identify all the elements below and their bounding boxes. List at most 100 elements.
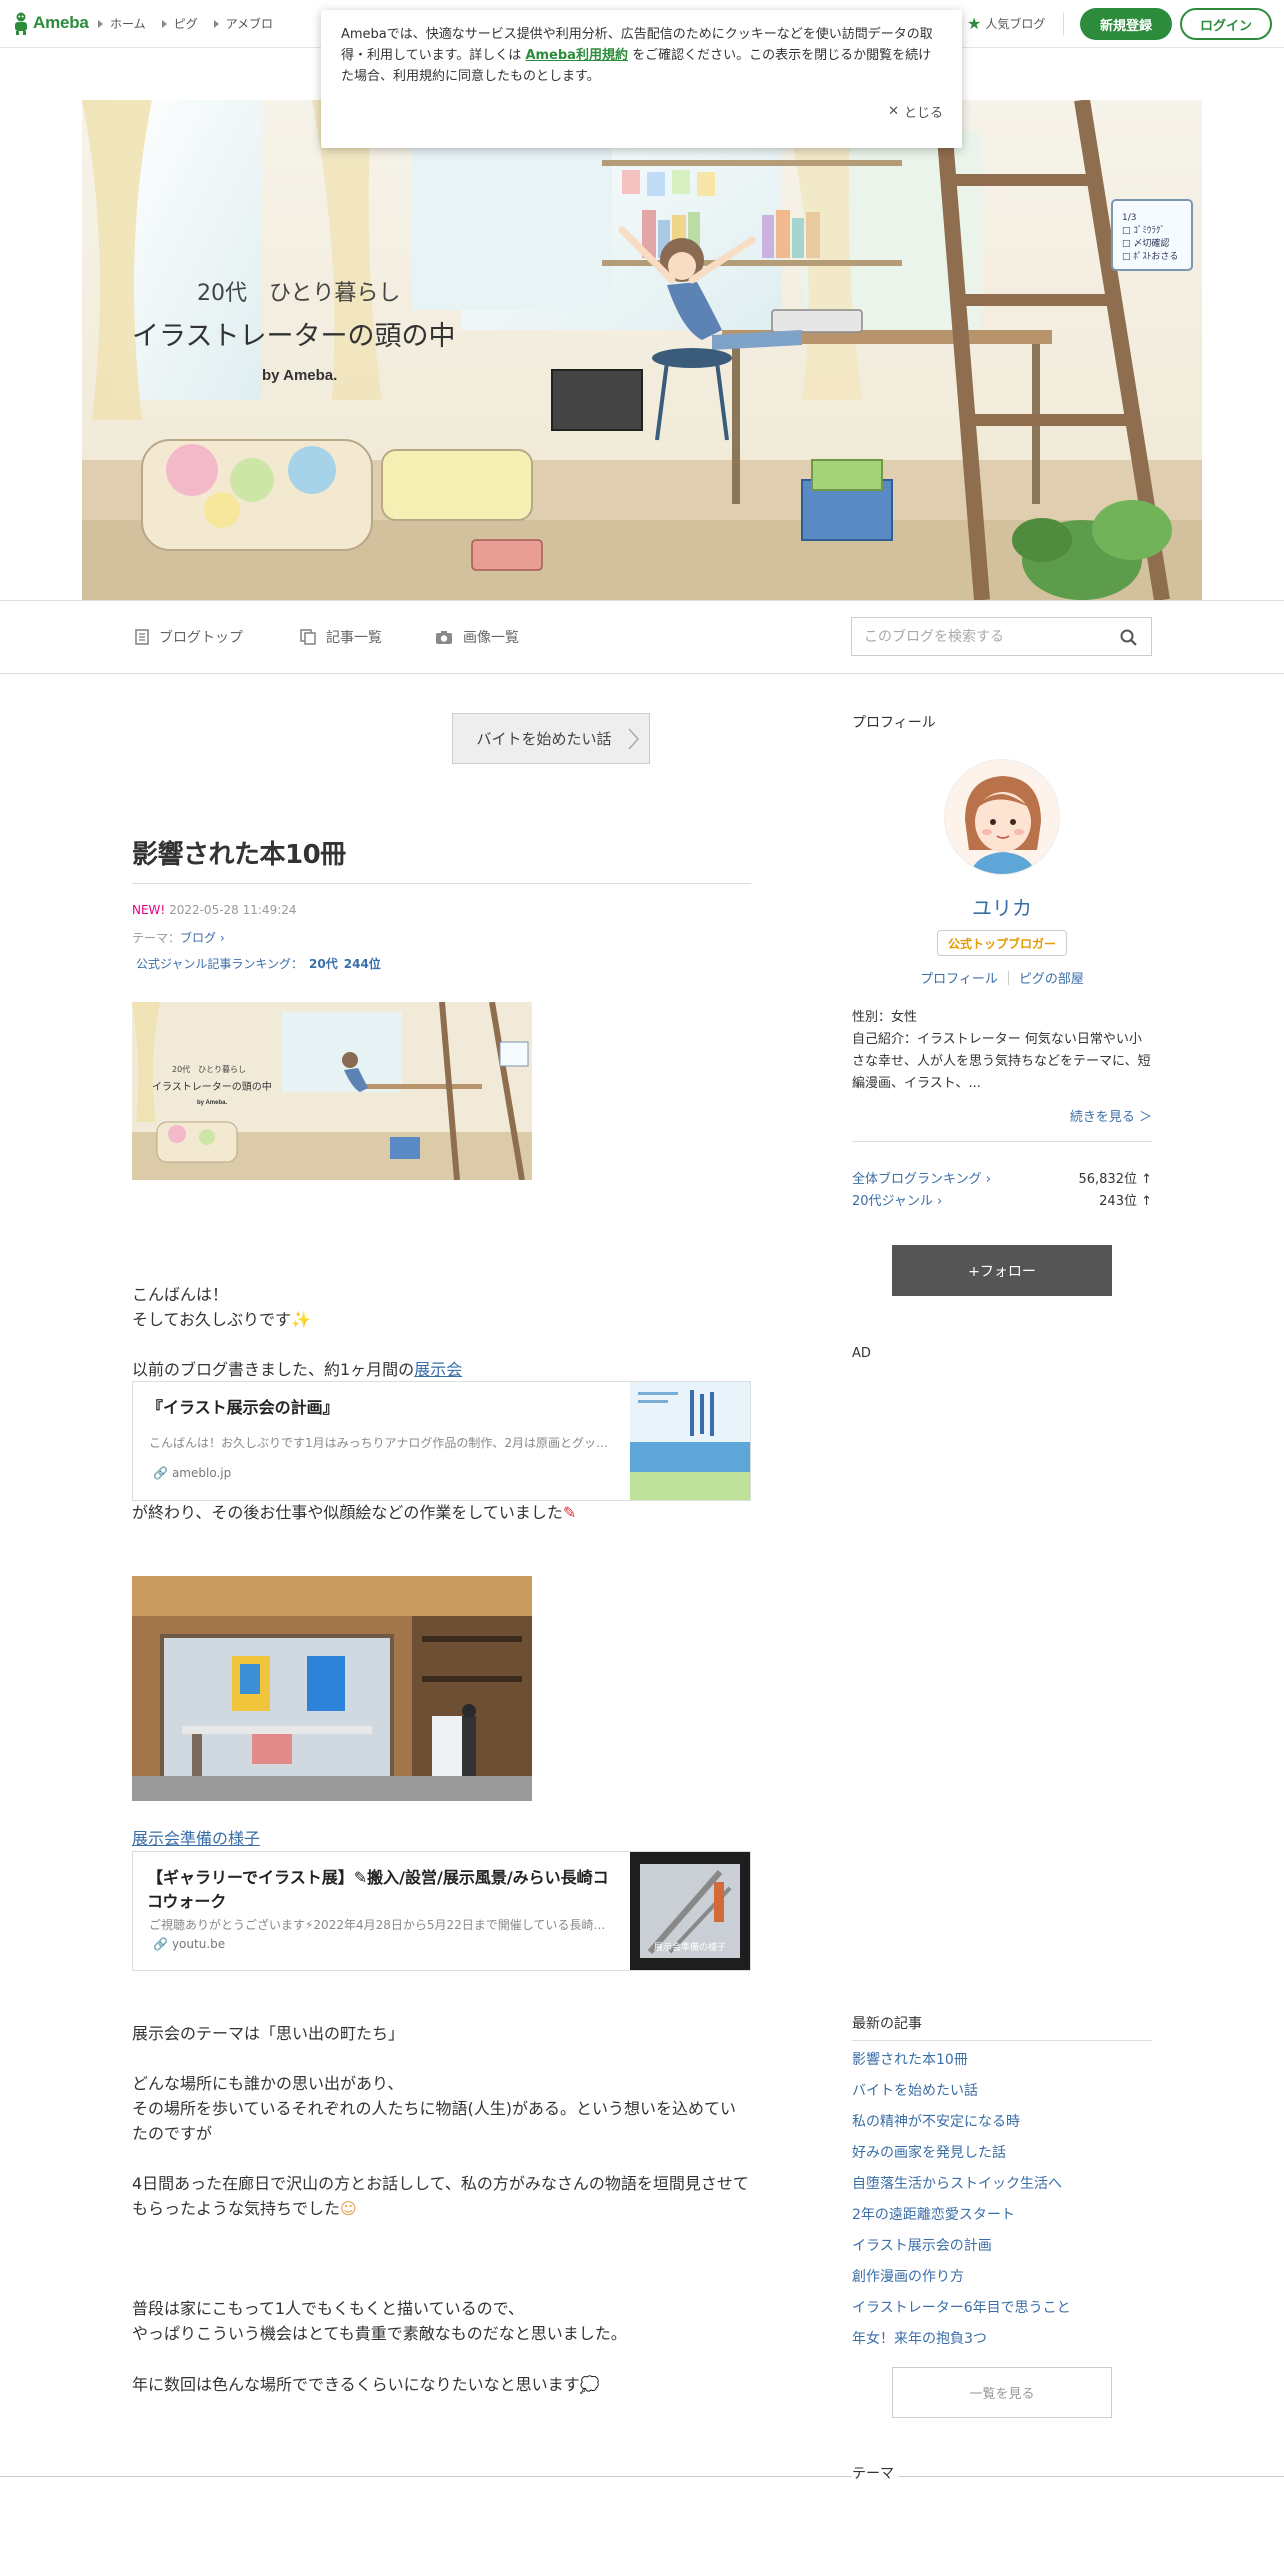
genre-ranking[interactable]: 公式ジャンル記事ランキング： 20代 244位: [136, 955, 381, 972]
ad-label: AD: [852, 1346, 871, 1361]
overall-ranking-label: 全体ブログランキング: [852, 1172, 982, 1187]
card-domain-text: youtu.be: [171, 1937, 226, 1951]
cookie-text: Amebaでは、快適なサービス提供や利用分析、広告配信のためにクッキーなどを使い…: [341, 24, 942, 87]
previous-article-label: バイトを始めたい話: [476, 730, 612, 748]
recent-article-item[interactable]: イラストレーター6年目で思うこと: [852, 2298, 1152, 2329]
blog-search-input[interactable]: [864, 627, 1104, 647]
exhibition-text: 以前のブログ書きました、約1ヶ月間の: [132, 1360, 415, 1379]
popular-blogs-label: 人気ブログ: [985, 17, 1046, 31]
signup-button[interactable]: 新規登録: [1080, 8, 1172, 40]
header-divider: [1063, 12, 1064, 36]
profile-name[interactable]: ユリカ: [852, 892, 1152, 921]
ranking-rank: 244位: [343, 957, 381, 971]
nav-pig-label: ピグ: [173, 17, 198, 31]
profile-divider: [852, 1141, 1152, 1142]
room-illustration: 20代 ひとり暮らし イラストレーターの頭の中 by Ameba. 1/3 □ …: [82, 100, 1202, 600]
card-description: ご視聴ありがとうございます⚡2022年4月28日から5月22日まで開催している長…: [149, 1918, 606, 1932]
login-button[interactable]: ログイン: [1180, 8, 1272, 40]
cookie-notice: Amebaでは、快適なサービス提供や利用分析、広告配信のためにクッキーなどを使い…: [321, 10, 962, 148]
article-date: 2022-05-28 11:49:24: [169, 903, 297, 917]
recent-article-item[interactable]: バイトを始めたい話: [852, 2081, 1152, 2112]
ameba-logo[interactable]: Ameba: [12, 11, 89, 35]
chevron-right-icon: [628, 728, 639, 750]
recent-divider: [852, 2040, 1152, 2041]
recent-article-item[interactable]: 自堕落生活からストイック生活へ: [852, 2174, 1152, 2205]
article-list-tab[interactable]: 記事一覧: [300, 627, 382, 647]
greeting-line2-text: そしてお久しぶりです: [132, 1310, 292, 1329]
theme-link[interactable]: ブログ ›: [180, 931, 225, 945]
overall-ranking-value: 56,832位 ↑: [1078, 1172, 1152, 1187]
search-icon[interactable]: [1120, 629, 1137, 646]
memo-line2: □ ｺﾞﾐｳﾗｸﾞ: [1122, 225, 1165, 236]
cookie-close-label: とじる: [903, 106, 943, 121]
avatar-illustration: [945, 760, 1059, 874]
memo-line1: 1/3: [1122, 213, 1136, 223]
card-title: 【ギャラリーでイラスト展】✎搬入/設営/展示風景/みらい長崎ココウォーク: [147, 1868, 609, 1911]
profile-intro: 自己紹介：イラストレーター 何気ない日常やい小さな幸せ、人が人を思う気持ちなどを…: [852, 1032, 1151, 1091]
card-thumbnail: 展示会準備の様子: [630, 1852, 750, 1970]
link-card-exhibition-plan[interactable]: 『イラスト展示会の計画』 こんばんは！お久しぶりです1月はみっちりアナログ作品の…: [132, 1381, 751, 1501]
recent-article-item[interactable]: 2年の遠距離恋愛スタート: [852, 2205, 1152, 2236]
image-list-tab[interactable]: 画像一覧: [435, 627, 519, 647]
memories-line2: その場所を歩いているそれぞれの人たちに物語(人生)がある。という想いを込めていた…: [132, 2099, 737, 2143]
profile-avatar[interactable]: [944, 759, 1060, 875]
terms-link[interactable]: Ameba利用規約: [525, 48, 628, 63]
previous-article-button[interactable]: バイトを始めたい話: [452, 713, 650, 764]
gallery-photo[interactable]: [132, 1576, 532, 1801]
genre-ranking-sidebar: 20代ジャンル › 243位 ↑: [852, 1190, 1152, 1209]
pencil-icon: ✎: [562, 1503, 577, 1522]
video-thumbnail-caption: 展示会準備の様子: [654, 1941, 726, 1953]
recent-article-item[interactable]: 影響された本10冊: [852, 2050, 1152, 2081]
gallery-interior: [132, 1576, 532, 1801]
smile-icon: ☺: [340, 2199, 357, 2218]
blog-header-illustration[interactable]: 20代 ひとり暮らし イラストレーターの頭の中 by Ameba. 1/3 □ …: [82, 100, 1202, 600]
header-image-thumbnail[interactable]: 20代 ひとり暮らし イラストレーターの頭の中 by Ameba.: [132, 1002, 532, 1180]
triangle-icon: [98, 19, 103, 28]
link-icon: 🔗: [153, 1937, 168, 1951]
triangle-icon: [161, 19, 167, 28]
prep-video-link[interactable]: 展示会準備の様子: [132, 1829, 260, 1848]
paragraph-exhibition: 以前のブログ書きました、約1ヶ月間の展示会: [132, 1357, 462, 1382]
genre-ranking-value: 243位 ↑: [1099, 1194, 1152, 1209]
copy-icon: [300, 629, 316, 645]
nav-ameblo[interactable]: アメブロ: [213, 15, 274, 32]
follow-button[interactable]: +フォロー: [892, 1245, 1112, 1296]
recent-article-item[interactable]: 私の精神が不安定になる時: [852, 2112, 1152, 2143]
global-nav: ホーム ピグ アメブロ: [98, 15, 273, 32]
nav-home[interactable]: ホーム: [98, 15, 146, 32]
nav-pig[interactable]: ピグ: [161, 15, 198, 32]
blog-search: [851, 617, 1152, 656]
view-all-articles-button[interactable]: 一覧を見る: [892, 2367, 1112, 2418]
pig-room-link[interactable]: ピグの部屋: [1009, 968, 1094, 987]
recent-article-item[interactable]: 好みの画家を発見した話: [852, 2143, 1152, 2174]
blog-top-tab[interactable]: ブログトップ: [135, 627, 243, 647]
nav-ameblo-label: アメブロ: [225, 17, 274, 31]
link-card-video[interactable]: 【ギャラリーでイラスト展】✎搬入/設営/展示風景/みらい長崎ココウォーク ご視聴…: [132, 1851, 751, 1971]
read-more-link[interactable]: 続きを見る ＞: [852, 1106, 1152, 1125]
recent-article-item[interactable]: イラスト展示会の計画: [852, 2236, 1152, 2267]
overall-ranking-link[interactable]: 全体ブログランキング ›: [852, 1168, 991, 1187]
star-icon: ★: [967, 13, 982, 33]
genre-ranking-link[interactable]: 20代ジャンル ›: [852, 1190, 942, 1209]
recent-article-item[interactable]: 年女！来年の抱負3つ: [852, 2329, 1152, 2360]
ameba-mascot-icon: [15, 12, 27, 35]
hero-title-line2: イラストレーターの頭の中: [132, 321, 455, 352]
recent-article-item[interactable]: 創作漫画の作り方: [852, 2267, 1152, 2298]
profile-link[interactable]: プロフィール: [910, 968, 1008, 987]
footer-divider: [0, 2476, 1284, 2477]
gallery-days-text: 4日間あった在廊日で沢山の方とお話しして、私の方がみなさんの物語を垣間見させても…: [132, 2174, 749, 2218]
paragraph-prep-link: 展示会準備の様子: [132, 1826, 260, 1851]
after-exhibition-text: が終わり、その後お仕事や似顔絵などの作業をしていました: [132, 1503, 563, 1522]
greeting-line1: こんばんは！: [132, 1285, 229, 1304]
card-title: 『イラスト展示会の計画』: [147, 1398, 339, 1417]
link-icon: 🔗: [153, 1466, 168, 1480]
popular-blogs-link[interactable]: ★ 人気ブログ: [967, 15, 1045, 32]
profile-info: 性別：女性 自己紹介：イラストレーター 何気ない日常やい小さな幸せ、人が人を思う…: [852, 1007, 1152, 1095]
close-icon: ✕: [888, 104, 899, 119]
greeting-line2: そしてお久しぶりです✨: [132, 1307, 311, 1332]
room-thumbnail: 20代 ひとり暮らし イラストレーターの頭の中 by Ameba.: [132, 1002, 532, 1180]
ranking-genre: 20代: [309, 957, 338, 971]
article-list-label: 記事一覧: [326, 630, 382, 646]
exhibition-link[interactable]: 展示会: [414, 1360, 462, 1379]
cookie-close-button[interactable]: ✕ とじる: [888, 102, 943, 121]
